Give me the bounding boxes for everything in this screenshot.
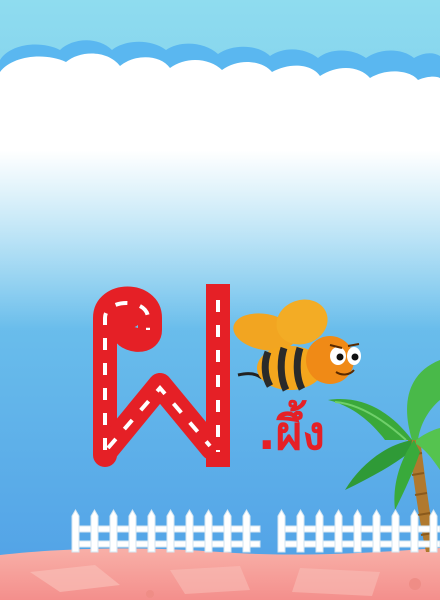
word-label: .ผึ้ง (258, 406, 325, 460)
game-scene: .ผึ้ง (0, 0, 440, 600)
ground (0, 548, 440, 600)
background (0, 0, 440, 600)
